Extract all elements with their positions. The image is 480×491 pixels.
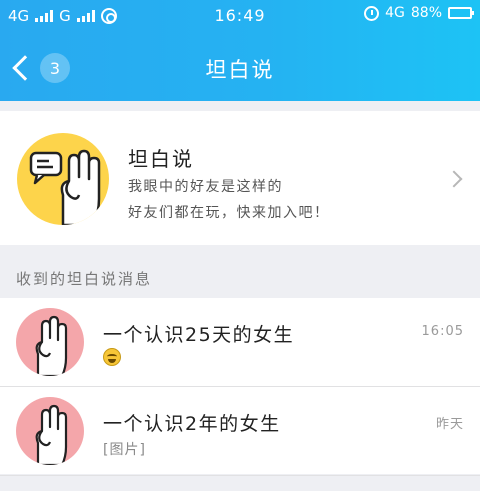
message-time: 16:05: [421, 324, 464, 339]
message-subtitle: [图片]: [103, 442, 146, 458]
hand-icon: [16, 397, 84, 465]
hand-with-speech-bubble-icon: [17, 133, 109, 225]
intro-title: 坦白说: [128, 147, 194, 171]
section-header: 收到的坦白说消息: [0, 258, 480, 298]
page-title: 坦白说: [205, 58, 275, 82]
message-title: 一个认识25天的女生: [103, 324, 295, 346]
nav-header: 3 坦白说: [0, 34, 480, 101]
intro-description: 我眼中的好友是这样的 好友们都在玩，快来加入吧！: [128, 174, 428, 226]
intro-desc-line-1: 我眼中的好友是这样的: [128, 179, 283, 195]
list-item[interactable]: 一个认识2年的女生 [图片] 昨天: [0, 386, 480, 474]
battery-icon: [448, 7, 474, 19]
battery-percent: 88%: [410, 5, 442, 21]
intro-card[interactable]: 坦白说 我眼中的好友是这样的 好友们都在玩，快来加入吧！: [0, 111, 480, 245]
message-list: 一个认识25天的女生 16:05 一个认识2年的女生 [图片] 昨天: [0, 298, 480, 474]
laughing-emoji-icon: [103, 348, 121, 366]
section-label: 收到的坦白说消息: [16, 270, 153, 288]
bottom-divider: [0, 475, 480, 491]
network-label-right: 4G: [385, 5, 405, 21]
message-time: 昨天: [435, 417, 464, 432]
message-title: 一个认识2年的女生: [103, 413, 281, 435]
app-header-bar: 4G G 16:49 4G 88% 3 坦白说: [0, 0, 480, 101]
status-right: 4G 88%: [364, 5, 474, 21]
hand-icon: [16, 308, 84, 376]
list-item[interactable]: 一个认识25天的女生 16:05: [0, 298, 480, 386]
status-bar: 4G G 16:49 4G 88%: [0, 0, 480, 34]
intro-desc-line-2: 好友们都在玩，快来加入吧！: [128, 205, 330, 221]
chevron-right-icon: [445, 170, 463, 188]
alarm-icon: [364, 5, 380, 21]
